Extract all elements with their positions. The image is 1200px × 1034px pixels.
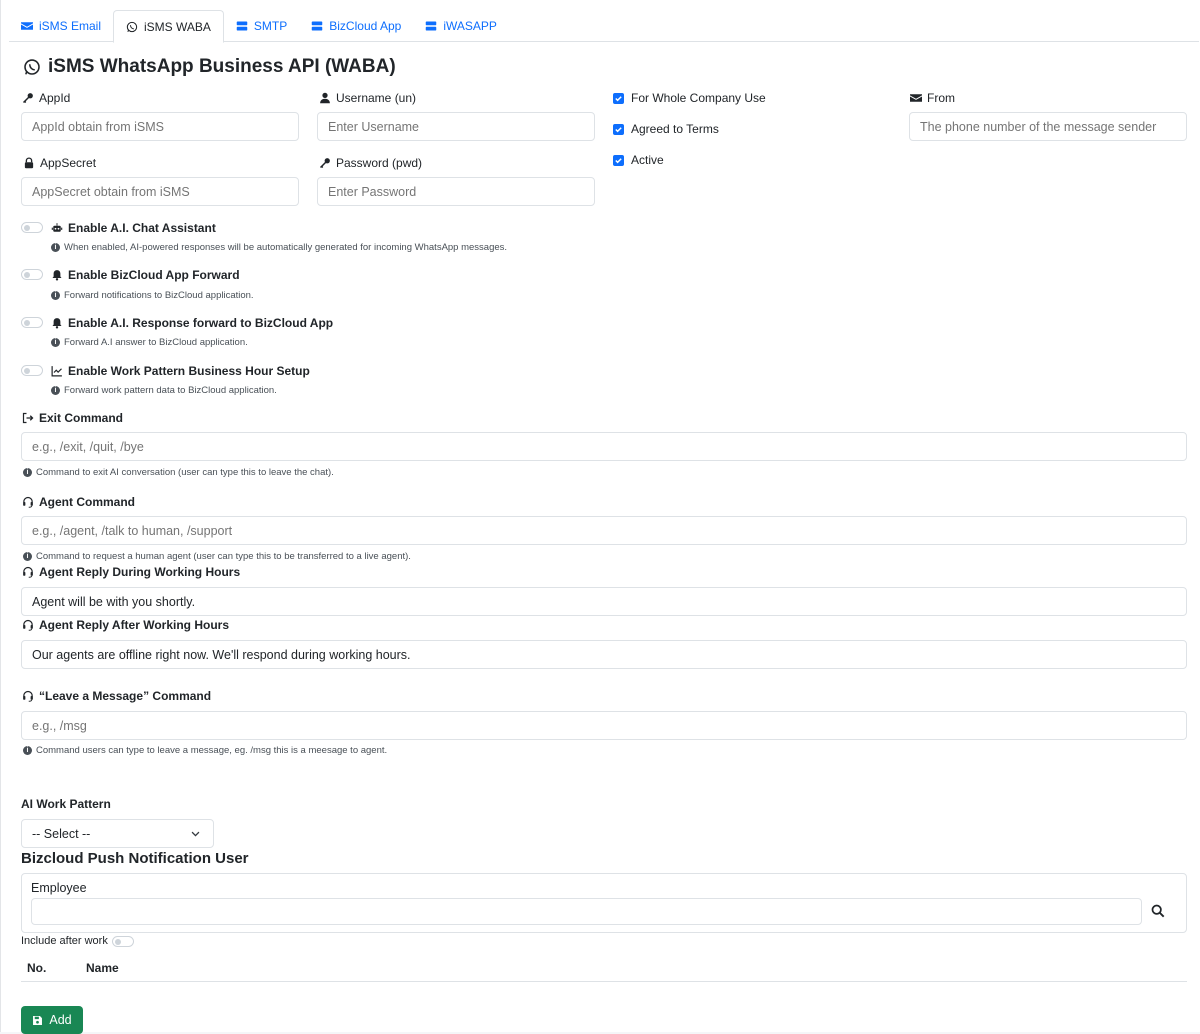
active-checkbox[interactable]: Active (613, 153, 664, 167)
ai-response-forward-help: i Forward A.I answer to BizCloud applica… (51, 337, 248, 348)
headset-icon (23, 566, 33, 578)
info-icon: i (23, 552, 32, 561)
settings-page: iSMS Email iSMS WABA SMTP BizCloud App i… (0, 0, 1200, 1034)
checkbox-checked-icon[interactable] (613, 123, 624, 135)
chevron-down-icon (191, 831, 200, 837)
username-label: Username (un) (319, 91, 416, 105)
work-pattern-help: i Forward work pattern data to BizCloud … (51, 385, 277, 396)
bizcloud-forward-label: Enable BizCloud App Forward (51, 268, 240, 282)
info-icon: i (51, 386, 60, 395)
checkbox-checked-icon[interactable] (613, 92, 624, 104)
server-icon (312, 21, 323, 31)
exit-command-label: Exit Command (22, 411, 123, 425)
page-title: iSMS WhatsApp Business API (WABA) (23, 56, 396, 78)
tab-isms-waba[interactable]: iSMS WABA (113, 10, 224, 43)
server-icon (426, 21, 437, 31)
key-icon (319, 158, 330, 169)
bizcloud-forward-help: i Forward notifications to BizCloud appl… (51, 290, 254, 301)
agreed-terms-checkbox[interactable]: Agreed to Terms (613, 122, 719, 136)
leave-message-input[interactable] (21, 711, 1187, 740)
appid-label: AppId (22, 91, 70, 105)
leave-message-label: “Leave a Message” Command (22, 689, 211, 703)
key-icon (22, 93, 33, 104)
tab-smtp[interactable]: SMTP (224, 10, 299, 42)
save-icon (33, 1015, 43, 1025)
reply-during-input[interactable]: Agent will be with you shortly. (21, 587, 1187, 616)
push-notification-title: Bizcloud Push Notification User (21, 850, 249, 867)
ai-chat-assistant-help: i When enabled, AI-powered responses wil… (51, 242, 507, 253)
col-name: Name (86, 961, 119, 975)
ai-chat-assistant-label: Enable A.I. Chat Assistant (51, 221, 216, 235)
ai-work-pattern-select[interactable]: -- Select -- (21, 819, 214, 848)
work-pattern-toggle[interactable] (21, 365, 43, 376)
password-input[interactable] (317, 177, 595, 206)
username-input[interactable] (317, 112, 595, 141)
work-pattern-label: Enable Work Pattern Business Hour Setup (51, 364, 310, 378)
headset-icon (23, 619, 33, 631)
tab-label: SMTP (253, 19, 288, 33)
reply-during-label: Agent Reply During Working Hours (22, 565, 240, 579)
user-icon (320, 92, 330, 104)
ai-response-forward-toggle[interactable] (21, 317, 43, 328)
tab-label: iSMS WABA (144, 19, 211, 34)
envelope-icon (910, 94, 922, 102)
envelope-icon (21, 22, 33, 30)
tab-isms-email[interactable]: iSMS Email (9, 10, 113, 42)
bizcloud-forward-toggle[interactable] (21, 269, 43, 280)
from-label: From (910, 91, 955, 105)
appsecret-label: AppSecret (23, 156, 96, 170)
reply-after-input[interactable]: Our agents are offline right now. We'll … (21, 640, 1187, 669)
employee-input[interactable] (31, 898, 1142, 925)
whole-company-checkbox[interactable]: For Whole Company Use (613, 91, 766, 105)
tab-bizcloud-app[interactable]: BizCloud App (299, 10, 413, 42)
info-icon: i (51, 243, 60, 252)
info-icon: i (51, 291, 60, 300)
include-after-work-toggle[interactable] (111, 935, 134, 947)
lock-icon (24, 157, 34, 169)
headset-icon (23, 496, 33, 508)
info-icon: i (23, 468, 32, 477)
tab-label: BizCloud App (329, 19, 402, 33)
headset-icon (23, 690, 33, 702)
ai-chat-assistant-toggle[interactable] (21, 222, 43, 233)
search-button[interactable] (1149, 902, 1167, 920)
table-divider (21, 981, 1187, 982)
agent-command-input[interactable] (21, 516, 1187, 545)
robot-icon (51, 223, 63, 232)
tab-bar: iSMS Email iSMS WABA SMTP BizCloud App i… (9, 10, 1199, 43)
sign-out-icon (22, 412, 34, 424)
tab-label: iSMS Email (39, 19, 102, 33)
agent-command-label: Agent Command (22, 495, 135, 509)
whatsapp-icon (24, 59, 40, 75)
col-no: No. (27, 961, 47, 975)
info-icon: i (23, 746, 32, 755)
tab-label: iWASAPP (443, 19, 497, 33)
employee-label: Employee (31, 881, 87, 895)
exit-command-help: i Command to exit AI conversation (user … (23, 467, 334, 478)
tab-iwasapp[interactable]: iWASAPP (413, 10, 509, 42)
info-icon: i (51, 338, 60, 347)
ai-response-forward-label: Enable A.I. Response forward to BizCloud… (51, 316, 333, 330)
bell-icon (52, 318, 62, 329)
search-icon (1151, 904, 1165, 918)
from-input[interactable] (909, 112, 1187, 141)
appid-input[interactable] (21, 112, 299, 141)
ai-work-pattern-label: AI Work Pattern (21, 797, 111, 811)
chart-line-icon (51, 366, 62, 377)
add-button[interactable]: Add (21, 1006, 83, 1034)
exit-command-input[interactable] (21, 432, 1187, 461)
password-label: Password (pwd) (319, 156, 422, 170)
bell-icon (52, 270, 62, 281)
appsecret-input[interactable] (21, 177, 299, 206)
agent-command-help: i Command to request a human agent (user… (23, 551, 411, 562)
include-after-work: Include after work (21, 935, 134, 947)
leave-message-help: i Command users can type to leave a mess… (23, 745, 387, 756)
page-title-text: iSMS WhatsApp Business API (WABA) (48, 56, 396, 77)
server-icon (236, 21, 248, 31)
whatsapp-icon (126, 21, 138, 32)
reply-after-label: Agent Reply After Working Hours (22, 618, 229, 632)
checkbox-checked-icon[interactable] (613, 154, 624, 166)
